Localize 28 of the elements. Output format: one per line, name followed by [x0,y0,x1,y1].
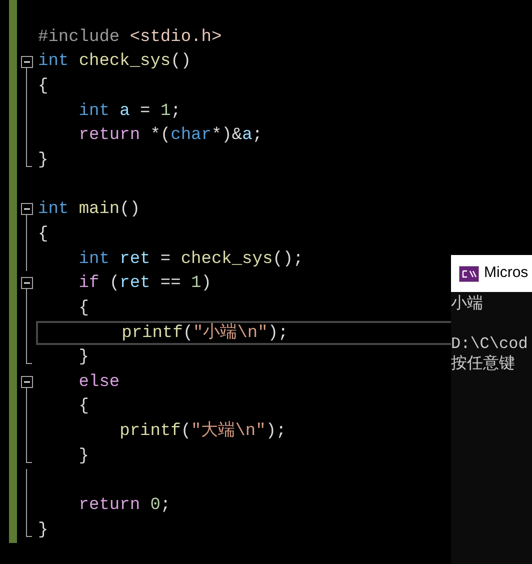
code-line: else [78,374,120,391]
code-line: int check_sys() [38,53,192,70]
collapse-icon[interactable] [21,203,33,216]
code-line: { [38,226,48,243]
console-text: D:\C\cod [451,336,528,352]
window-title: Micros [484,263,528,284]
code-line: { [78,300,90,317]
collapse-icon[interactable] [21,376,33,388]
code-line: int ret = check_sys(); [78,250,304,268]
collapse-icon[interactable] [21,277,33,290]
code-line: return *(char*)&a; [78,127,262,144]
code-line: int main() [38,201,140,218]
code-line: #include <stdio.h> [38,28,222,46]
code-line: } [78,448,90,465]
code-line: } [38,522,48,539]
console-text: 按任意键 [451,356,515,372]
code-line: printf("小端\n"); [120,324,288,342]
code-line: } [78,349,90,366]
console-text: 小端 [451,296,483,312]
console-icon [459,266,479,282]
code-line: } [38,152,48,170]
code-line: return 0; [78,496,171,514]
code-line: int a = 1; [78,102,181,120]
code-line: { [78,398,90,416]
code-line: if (ret == 1) [78,275,212,292]
collapse-icon[interactable] [21,56,33,68]
code-line: printf("大端\n"); [118,423,286,440]
code-line: { [38,78,48,96]
